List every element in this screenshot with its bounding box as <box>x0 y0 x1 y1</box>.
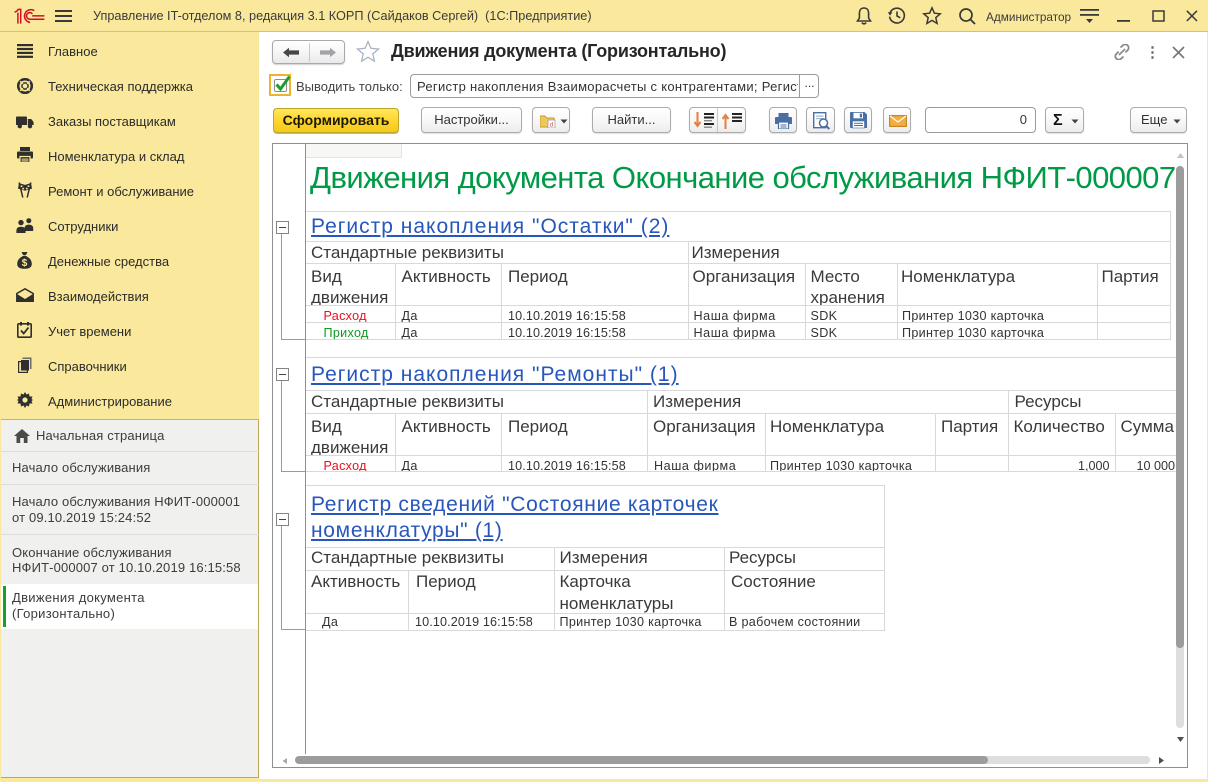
svg-text:d: d <box>550 123 553 129</box>
svg-text:$: $ <box>22 258 28 269</box>
